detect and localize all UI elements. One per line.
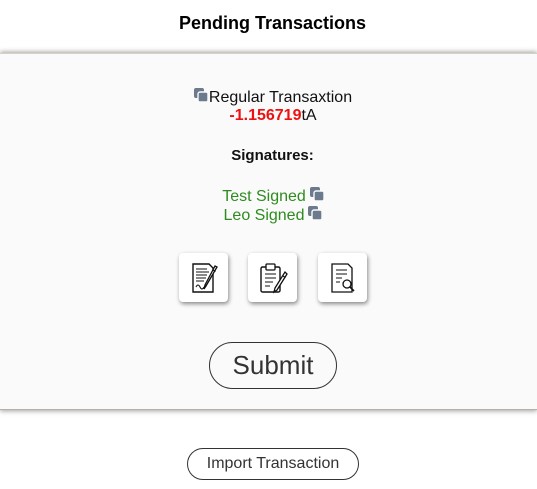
clipboard-sign-icon: [259, 262, 288, 293]
signer-label: Leo Signed: [223, 207, 305, 224]
review-transaction-button[interactable]: [318, 253, 367, 302]
amount-value: -1.156719: [229, 107, 302, 124]
transaction-type-row: Regular Transaxtion: [0, 87, 537, 107]
signer-item: Leo Signed: [0, 205, 537, 225]
transaction-type-label: Regular Transaxtion: [208, 89, 353, 106]
transaction-amount: -1.156719tA: [0, 107, 537, 125]
pending-transactions-page: Pending Transactions Regular Transaxtion…: [0, 0, 537, 489]
copy-icon[interactable]: [193, 87, 209, 103]
signer-item: Test Signed: [0, 186, 537, 206]
submit-button[interactable]: Submit: [209, 342, 337, 389]
transaction-card: Regular Transaxtion -1.156719tA Signatur…: [0, 53, 537, 410]
amount-unit: tA: [301, 107, 317, 124]
page-title: Pending Transactions: [178, 13, 367, 33]
sign-document-icon: [191, 262, 218, 293]
signatures-heading: Signatures:: [231, 147, 314, 164]
review-document-icon: [330, 262, 355, 293]
sign-transaction-button[interactable]: [179, 253, 228, 302]
paste-sign-button[interactable]: [248, 253, 297, 302]
signer-label: Test Signed: [222, 188, 306, 205]
import-transaction-button[interactable]: Import Transaction: [187, 448, 359, 480]
copy-icon[interactable]: [309, 186, 325, 202]
copy-icon[interactable]: [307, 205, 324, 221]
